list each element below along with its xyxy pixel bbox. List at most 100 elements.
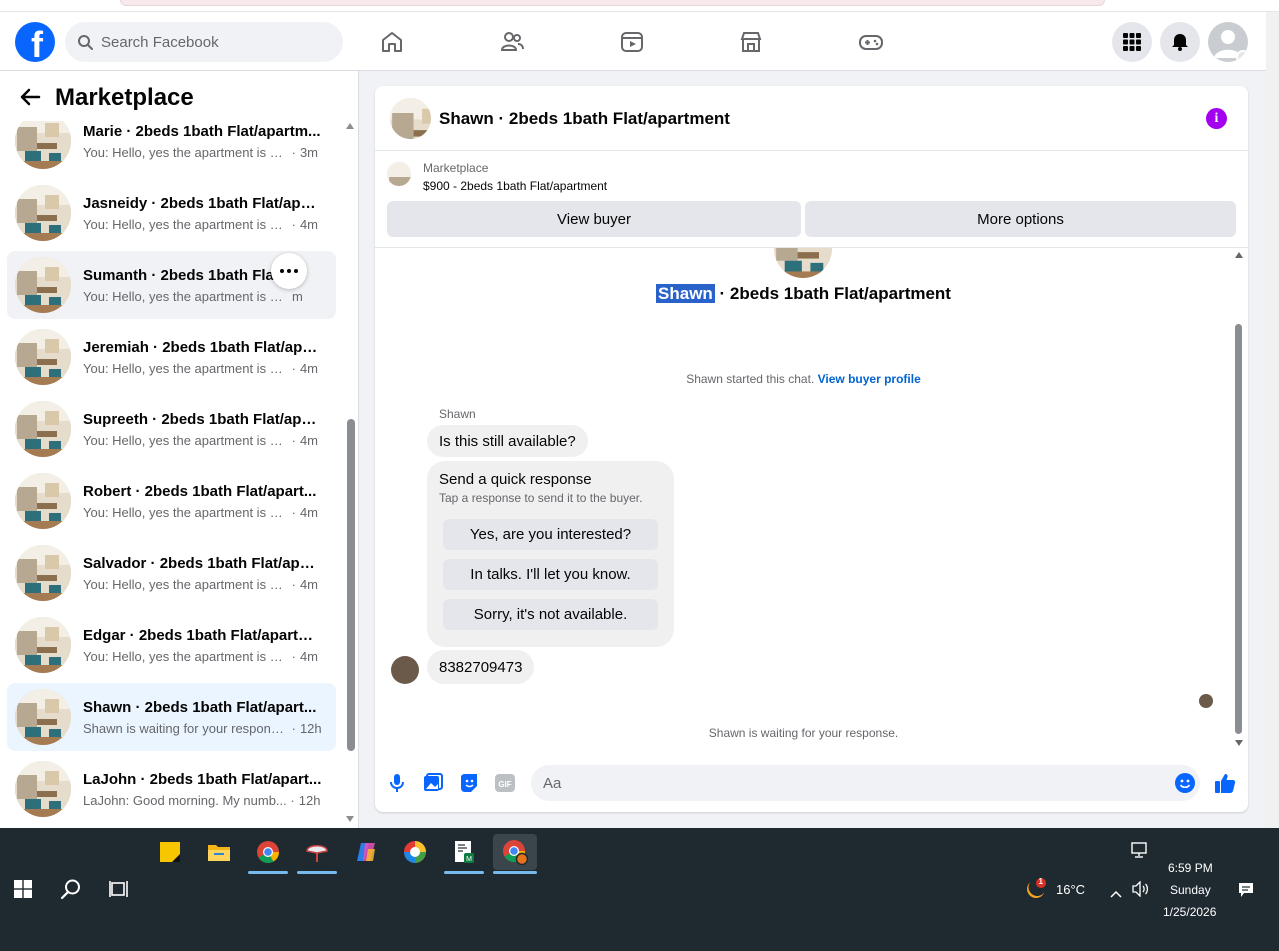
conversation-options-button[interactable] [271, 253, 307, 289]
weather-temperature[interactable]: 16°C [1056, 882, 1085, 897]
message-input[interactable] [543, 774, 1143, 792]
conversation-preview: You: Hello, yes the apartment is stil...… [83, 217, 323, 232]
friends-icon[interactable] [498, 28, 526, 56]
sticky-notes-app[interactable] [150, 834, 190, 870]
speaker-icon[interactable] [1132, 880, 1150, 898]
home-icon[interactable] [378, 28, 406, 56]
conversation-item[interactable]: LaJohn · 2beds 1bath Flat/apart... LaJohn… [7, 755, 336, 823]
conversation-item[interactable]: Shawn · 2beds 1bath Flat/apart... Shawn i… [7, 683, 336, 751]
preview-text: You: Hello, yes the apartment is stil... [83, 217, 288, 232]
sender-avatar[interactable] [391, 656, 419, 684]
taskbar-search-button[interactable] [60, 878, 82, 900]
network-icon[interactable] [1131, 842, 1149, 858]
listing-thumbnail [15, 689, 71, 745]
account-avatar[interactable] [1208, 22, 1248, 62]
facebook-logo[interactable]: f [15, 22, 55, 62]
preview-text: You: Hello, yes the apartment is stil... [83, 649, 288, 664]
more-options-button[interactable]: More options [805, 201, 1236, 237]
gaming-icon[interactable] [857, 28, 885, 56]
view-buyer-button[interactable]: View buyer [387, 201, 801, 237]
browser-address-strip [0, 0, 1279, 12]
notifications-button[interactable] [1160, 22, 1200, 62]
chat-header: Shawn · 2beds 1bath Flat/apartment i [375, 86, 1248, 151]
separator-dot: · [288, 145, 296, 160]
scroll-down-icon[interactable] [346, 816, 354, 822]
scrollbar-thumb[interactable] [347, 419, 355, 751]
conversation-item[interactable]: Salvador · 2beds 1bath Flat/apar... You: … [7, 539, 336, 607]
conversation-preview: You: Hello, yes the apartment is stil...… [83, 577, 323, 592]
conversation-preview: You: Hello, yes the apartment is stil...… [83, 505, 323, 520]
like-icon[interactable] [1214, 772, 1236, 794]
video-icon[interactable] [618, 28, 646, 56]
weather-moon-icon[interactable]: 1 [1024, 876, 1048, 900]
listing-thumbnail [15, 257, 71, 313]
browser-address-bar[interactable] [120, 0, 1105, 6]
chevron-down-icon[interactable] [1236, 50, 1248, 62]
clock-date[interactable]: 1/25/2026 [1163, 905, 1216, 919]
clock-time[interactable]: 6:59 PM [1168, 861, 1213, 875]
search-input[interactable] [101, 33, 321, 51]
sticker-icon[interactable] [458, 772, 480, 794]
message-bubble: Is this still available? [427, 425, 588, 457]
scroll-up-icon[interactable] [1235, 252, 1243, 258]
listing-thumbnail[interactable] [390, 98, 431, 139]
scrollbar-thumb[interactable] [1235, 324, 1242, 734]
conversation-preview: You: Hello, yes the apartment is stil...… [83, 433, 323, 448]
listing-price[interactable]: $900 - 2beds 1bath Flat/apartment [423, 179, 607, 193]
notification-center-icon[interactable] [1238, 882, 1254, 898]
separator-dot: · [288, 217, 296, 232]
gif-icon[interactable]: GIF [494, 772, 516, 794]
windows-taskbar: M 1 16°C 6:59 PM Sunday 1/25/2026 [0, 828, 1279, 951]
listing-large-thumbnail [774, 248, 832, 278]
conversation-item[interactable]: Jasneidy · 2beds 1bath Flat/apar... You: … [7, 179, 336, 247]
back-arrow-icon[interactable] [18, 85, 42, 109]
more-dots-icon [280, 269, 298, 273]
search-box[interactable] [65, 22, 343, 62]
conversation-item[interactable]: Robert · 2beds 1bath Flat/apart... You: H… [7, 467, 336, 535]
quick-response-not-available[interactable]: Sorry, it's not available. [443, 599, 658, 630]
listing-thumbnail [15, 761, 71, 817]
chevron-up-icon [1110, 890, 1122, 898]
sender-name: Shawn [439, 407, 476, 421]
scroll-down-icon[interactable] [1235, 740, 1243, 746]
separator-dot: · [288, 505, 296, 520]
chrome-profile-app[interactable] [493, 834, 537, 874]
conversation-item[interactable]: Jeremiah · 2beds 1bath Flat/apar... You: … [7, 323, 336, 391]
menu-grid-button[interactable] [1112, 22, 1152, 62]
task-view-button[interactable] [109, 880, 129, 898]
chrome-app[interactable] [248, 834, 288, 874]
conversation-item[interactable]: Edgar · 2beds 1bath Flat/apartm... You: H… [7, 611, 336, 679]
show-hidden-icons-chevron[interactable] [1110, 885, 1122, 898]
grid-icon [1123, 33, 1141, 51]
separator-dot: · [288, 721, 296, 736]
message-input-box[interactable] [531, 765, 1200, 801]
emoji-icon[interactable] [1174, 772, 1196, 794]
info-icon[interactable]: i [1206, 108, 1227, 129]
preview-text: You: Hello, yes the apartment is stil... [83, 505, 288, 520]
notepad-app[interactable]: M [444, 834, 484, 874]
listing-source: Marketplace [423, 161, 489, 175]
scroll-up-icon[interactable] [346, 123, 354, 129]
snipping-app[interactable] [297, 834, 337, 874]
color-wheel-app[interactable] [395, 834, 435, 870]
chat-title[interactable]: Shawn · 2beds 1bath Flat/apartment [439, 109, 730, 129]
view-buyer-profile-link[interactable]: View buyer profile [818, 372, 921, 386]
listing-bar: Marketplace $900 - 2beds 1bath Flat/apar… [375, 151, 1248, 248]
conversation-item[interactable]: Supreeth · 2beds 1bath Flat/apar... You: … [7, 395, 336, 463]
quick-response-yes[interactable]: Yes, are you interested? [443, 519, 658, 550]
page-scrollbar[interactable] [1266, 12, 1279, 828]
clock-day[interactable]: Sunday [1170, 883, 1211, 897]
thread-scrollbar[interactable] [1232, 248, 1246, 748]
conversation-time: 4m [299, 577, 319, 592]
microphone-icon[interactable] [386, 772, 408, 794]
file-explorer-app[interactable] [199, 834, 239, 870]
message-thread: Shawn · 2beds 1bath Flat/apartment Shawn… [375, 248, 1248, 748]
photo-icon[interactable] [422, 772, 444, 794]
inbox-scrollbar[interactable] [343, 121, 357, 828]
windows-start-button[interactable] [14, 880, 32, 898]
quick-response-in-talks[interactable]: In talks. I'll let you know. [443, 559, 658, 590]
marketplace-icon[interactable] [737, 28, 765, 56]
conversation-name: Marie · 2beds 1bath Flat/apartm... [83, 123, 321, 140]
copilot-app[interactable] [346, 834, 386, 870]
conversation-preview: You: Hello, yes the apartment is st... m [83, 289, 323, 304]
